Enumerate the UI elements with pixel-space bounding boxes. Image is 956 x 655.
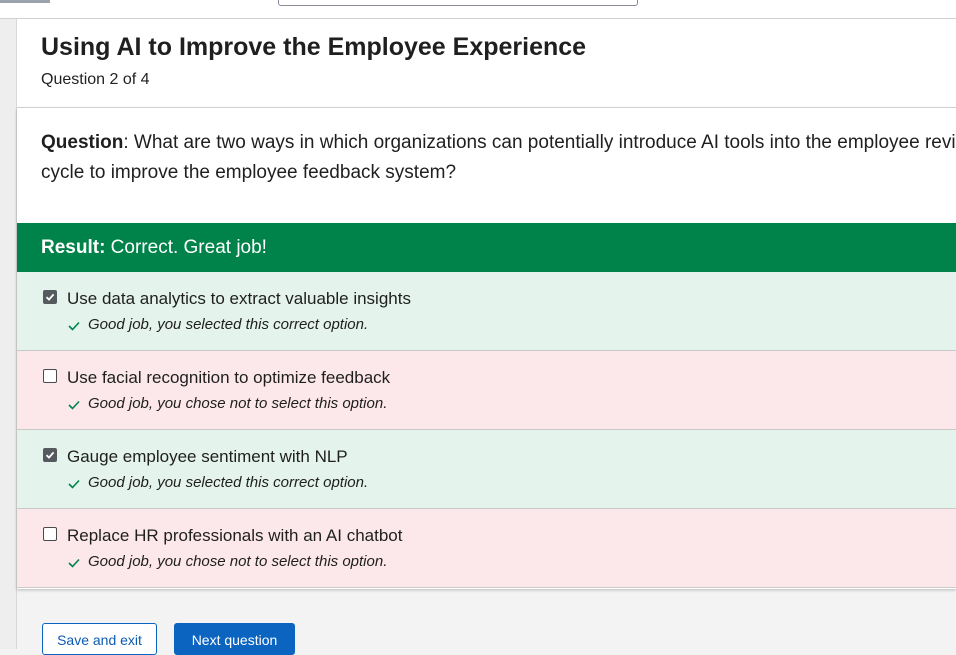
option-label: Use facial recognition to optimize feedb… <box>67 368 391 387</box>
question-prefix: Question <box>41 132 124 153</box>
save-and-exit-button[interactable]: Save and exit <box>42 623 157 655</box>
checkmark-icon <box>67 319 81 336</box>
checkmark-icon <box>67 398 81 415</box>
answer-option[interactable]: Use data analytics to extract valuable i… <box>17 272 956 351</box>
result-prefix: Result: <box>41 237 106 258</box>
question-card: Question: What are two ways in which org… <box>17 108 956 589</box>
top-bar <box>0 0 956 19</box>
feedback-text: Good job, you chose not to select this o… <box>88 553 388 570</box>
option-label: Gauge employee sentiment with NLP <box>67 447 348 466</box>
feedback-text: Good job, you selected this correct opti… <box>88 316 369 333</box>
question-text: Question: What are two ways in which org… <box>41 128 956 188</box>
next-question-button[interactable]: Next question <box>174 623 295 655</box>
search-input[interactable] <box>278 0 638 6</box>
answer-option[interactable]: Replace HR professionals with an AI chat… <box>17 509 956 588</box>
checkbox-unchecked-icon[interactable] <box>43 527 57 541</box>
page-title: Using AI to Improve the Employee Experie… <box>41 33 587 61</box>
quiz-header: Using AI to Improve the Employee Experie… <box>17 19 956 108</box>
result-banner: Result: Correct. Great job! <box>17 223 956 272</box>
feedback-text: Good job, you selected this correct opti… <box>88 474 369 491</box>
checkmark-icon <box>67 477 81 494</box>
checkbox-checked-icon[interactable] <box>43 448 57 462</box>
feedback-text: Good job, you chose not to select this o… <box>88 395 388 412</box>
answer-option[interactable]: Gauge employee sentiment with NLP Good j… <box>17 430 956 509</box>
checkbox-checked-icon[interactable] <box>43 290 57 304</box>
logo <box>0 0 50 3</box>
checkbox-unchecked-icon[interactable] <box>43 369 57 383</box>
result-text: Correct. Great job! <box>105 237 267 258</box>
question-progress: Question 2 of 4 <box>41 71 150 88</box>
question-body: : What are two ways in which organizatio… <box>41 132 956 183</box>
left-rail <box>0 19 17 649</box>
option-label: Use data analytics to extract valuable i… <box>67 289 411 308</box>
answer-option[interactable]: Use facial recognition to optimize feedb… <box>17 351 956 430</box>
checkmark-icon <box>67 556 81 573</box>
option-label: Replace HR professionals with an AI chat… <box>67 526 403 545</box>
